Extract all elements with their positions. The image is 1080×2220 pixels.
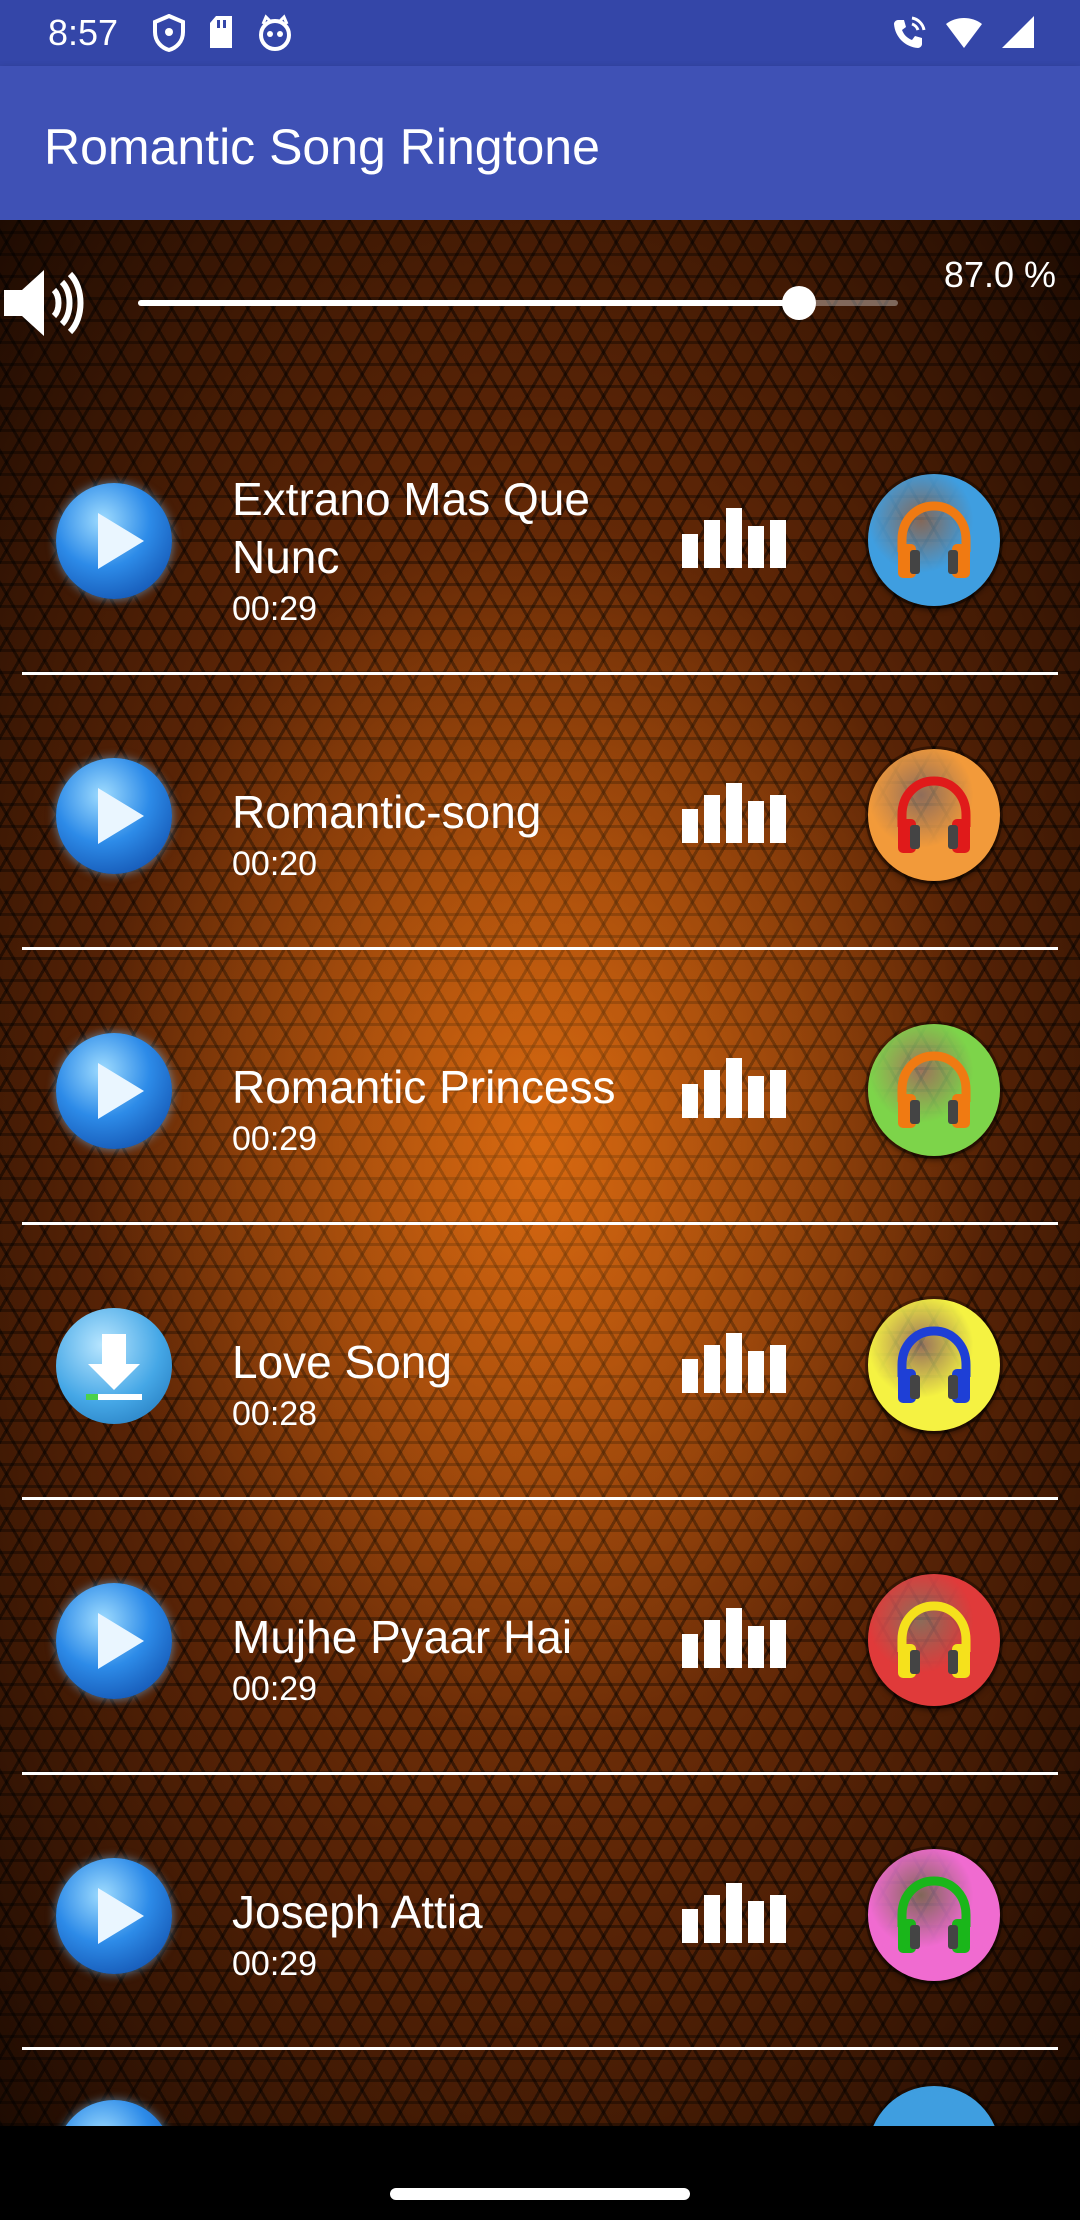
play-icon (98, 788, 144, 844)
song-duration: 00:29 (232, 590, 318, 628)
play-button[interactable] (56, 2100, 172, 2126)
song-duration: 00:20 (232, 845, 318, 883)
headphone-button[interactable] (868, 2086, 1000, 2126)
cat-face-icon (259, 14, 291, 51)
song-duration: 00:28 (232, 1395, 318, 1433)
headphone-button[interactable] (868, 1849, 1000, 1981)
wifi-calling-icon (894, 16, 926, 48)
volume-percent: 87.0 % (943, 254, 1056, 295)
volume-icon[interactable] (0, 260, 86, 346)
headphone-button[interactable] (868, 1574, 1000, 1706)
equalizer-icon (682, 783, 786, 843)
sd-card-icon (210, 16, 232, 48)
song-list-container[interactable]: 87.0 % Extrano Mas Que Nunc 00:29 Romantic-… (0, 220, 1080, 2126)
song-row[interactable]: Mujhe Pyaar Hai 00:29 (0, 1500, 1080, 1775)
play-icon (98, 1613, 144, 1669)
headphone-button[interactable] (868, 749, 1000, 881)
song-row[interactable]: Joseph Attia 00:29 (0, 1775, 1080, 2050)
song-row[interactable]: Extrano Mas Que Nunc 00:29 (0, 400, 1080, 675)
song-duration: 00:29 (232, 1945, 318, 1983)
equalizer-icon (682, 508, 786, 568)
download-button[interactable] (56, 1308, 172, 1424)
song-duration: 00:29 (232, 1120, 318, 1158)
song-title: Romantic-song (232, 786, 542, 838)
headphone-icon (897, 776, 971, 853)
headphone-button[interactable] (868, 474, 1000, 606)
equalizer-icon (682, 1333, 786, 1393)
song-title-line2: Nunc (232, 531, 340, 583)
play-button[interactable] (56, 1033, 172, 1149)
play-icon (98, 513, 144, 569)
home-handle[interactable] (390, 2188, 690, 2200)
headphone-button[interactable] (868, 1299, 1000, 1431)
play-button[interactable] (56, 1583, 172, 1699)
play-icon (98, 1888, 144, 1944)
headphone-icon (897, 1601, 971, 1678)
song-title: Extrano Mas Que (232, 473, 590, 525)
headphone-button[interactable] (868, 1024, 1000, 1156)
play-button[interactable] (56, 1858, 172, 1974)
song-title: Romantic Princess (232, 1061, 616, 1113)
headphone-icon (897, 1326, 971, 1403)
equalizer-icon (682, 1608, 786, 1668)
equalizer-icon (682, 1058, 786, 1118)
song-row[interactable]: Romantic-song 00:20 (0, 675, 1080, 950)
song-title: Joseph Attia (232, 1886, 483, 1938)
volume-slider-thumb[interactable] (782, 286, 817, 320)
app-title: Romantic Song Ringtone (44, 119, 600, 175)
headphone-icon (897, 501, 971, 578)
song-duration: 00:29 (232, 1670, 318, 1708)
headphone-icon (897, 1876, 971, 1953)
play-icon (98, 1063, 144, 1119)
play-button[interactable] (56, 483, 172, 599)
equalizer-icon (682, 1883, 786, 1943)
download-icon (86, 1334, 142, 1400)
shield-icon (153, 14, 185, 52)
signal-icon (1002, 16, 1034, 48)
row-divider (22, 2047, 1058, 2050)
song-row[interactable]: Love Song 00:28 (0, 1225, 1080, 1500)
play-button[interactable] (56, 758, 172, 874)
status-time: 8:57 (48, 12, 119, 53)
app-bar: Romantic Song Ringtone (0, 66, 1080, 220)
volume-slider[interactable] (138, 286, 898, 320)
song-title: Mujhe Pyaar Hai (232, 1611, 573, 1663)
song-row[interactable]: Romantic Princess 00:29 (0, 950, 1080, 1225)
wifi-icon (946, 18, 982, 48)
volume-slider-fill (138, 300, 800, 306)
headphone-icon (897, 1051, 971, 1128)
song-title: Love Song (232, 1336, 452, 1388)
navigation-bar (0, 2126, 1080, 2220)
status-bar: 8:57 (0, 0, 1080, 66)
